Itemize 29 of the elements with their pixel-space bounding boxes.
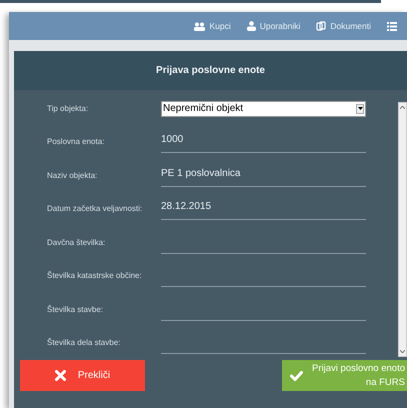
list-icon — [387, 22, 397, 30]
users-icon — [194, 22, 206, 30]
nav-link[interactable]: Uporabniki — [246, 20, 300, 32]
input-field[interactable]: PE 1 poslovalnica — [161, 164, 366, 187]
field-label: Tip objekta: — [47, 102, 90, 115]
input-field[interactable]: 28.12.2015 — [161, 198, 366, 220]
caret-icon — [356, 104, 364, 114]
input-field[interactable]: 1000 — [161, 131, 366, 154]
scroll-up-icon — [400, 106, 405, 109]
user-icon — [246, 21, 256, 31]
scroll-down-icon — [400, 350, 405, 353]
cancel-button[interactable]: Prekliči — [20, 360, 145, 391]
dialog-title: Prijava poslovne enote — [156, 64, 265, 78]
nav-link[interactable]: Kupci — [194, 20, 231, 32]
documents-icon — [316, 21, 326, 31]
submit-button[interactable]: Prijavi poslovno enoto na FURS — [282, 360, 407, 391]
nav-link[interactable] — [387, 22, 397, 30]
nav-link[interactable]: Dokumenti — [316, 20, 371, 32]
check-icon — [290, 370, 303, 380]
field-label: Številka katastrske občine: — [47, 270, 143, 282]
object-type-dropdown[interactable]: Nepremični objekt — [161, 100, 366, 117]
close-icon — [54, 370, 66, 381]
field-label: Številka dela stavbe: — [47, 337, 122, 350]
field-label: Davčna številka: — [47, 236, 106, 249]
field-label: Datum začetka veljavnosti: — [47, 203, 144, 216]
field-label: Naziv objekta: — [47, 170, 98, 182]
scrollbar[interactable] — [398, 102, 407, 357]
field-label: Številka stavbe: — [47, 304, 104, 316]
field-label: Poslovna enota: — [47, 136, 106, 148]
